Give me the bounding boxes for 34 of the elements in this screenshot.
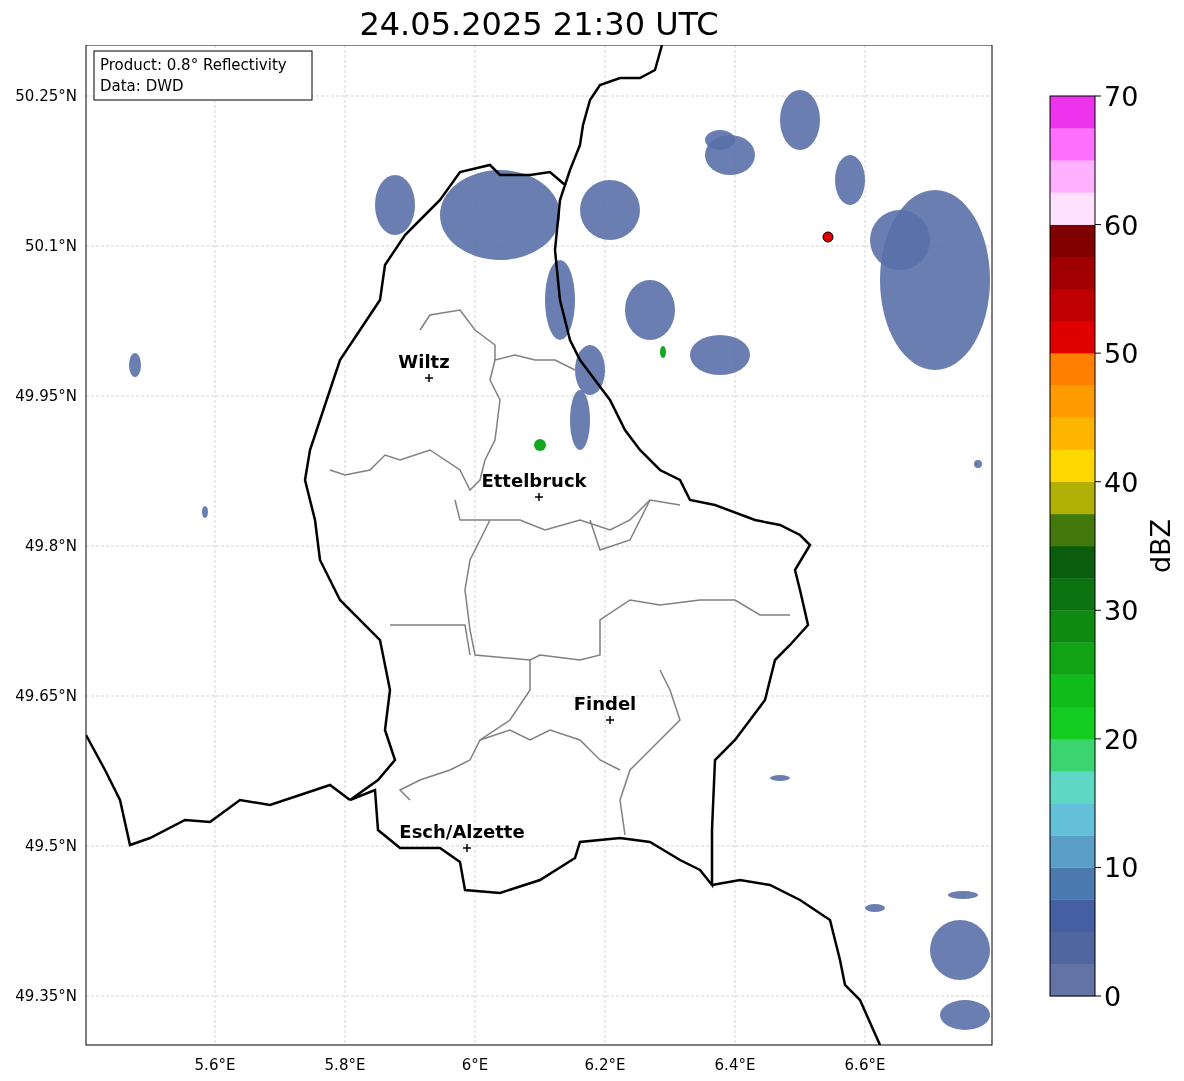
colorbar-tick-label: 60 — [1104, 209, 1139, 241]
axis-tick-label: 6.2°E — [584, 1056, 626, 1074]
axis-tick-label: 49.35°N — [15, 987, 77, 1005]
colorbar-tick-label: 30 — [1104, 595, 1139, 627]
colorbar-tick-label: 70 — [1104, 81, 1139, 112]
axis-tick-label: 50.25°N — [15, 87, 77, 105]
info-text: Product: 0.8° Reflectivity — [100, 56, 287, 74]
axis-tick-label: 5.8°E — [324, 1056, 366, 1074]
colorbar-tick-label: 20 — [1104, 723, 1139, 755]
axis-tick-label: 6.6°E — [844, 1056, 886, 1074]
city-label: Wiltz — [398, 351, 450, 372]
city-label: Esch/Alzette — [399, 821, 525, 842]
city-label: Findel — [573, 693, 637, 714]
axis-tick-label: 6°E — [461, 1056, 489, 1074]
axis-tick-label: 49.65°N — [15, 687, 77, 705]
city-label: Ettelbruck — [481, 470, 587, 491]
axis-tick-label: 5.6°E — [194, 1056, 236, 1074]
colorbar-tick-label: 50 — [1104, 338, 1139, 370]
colorbar-tick-label: 0 — [1104, 981, 1122, 1012]
colorbar-tick-label: 40 — [1104, 466, 1139, 498]
axis-tick-label: 50.1°N — [24, 237, 77, 255]
city-marker-icon — [534, 492, 544, 502]
axis-tick-label: 49.5°N — [24, 837, 77, 855]
city-marker-icon — [605, 715, 615, 725]
axis-tick-label: 6.4°E — [714, 1056, 756, 1074]
colorbar-tick-label: 10 — [1104, 852, 1139, 884]
info-text: Data: DWD — [100, 77, 184, 95]
chart-title: 24.05.2025 21:30 UTC — [358, 4, 720, 45]
city-marker-icon — [462, 843, 472, 853]
radar-site-marker — [822, 231, 834, 243]
city-marker-icon — [424, 373, 434, 383]
axis-tick-label: 49.95°N — [15, 387, 77, 405]
colorbar-label: dBZ — [1145, 518, 1176, 574]
axis-tick-label: 49.8°N — [24, 537, 77, 555]
